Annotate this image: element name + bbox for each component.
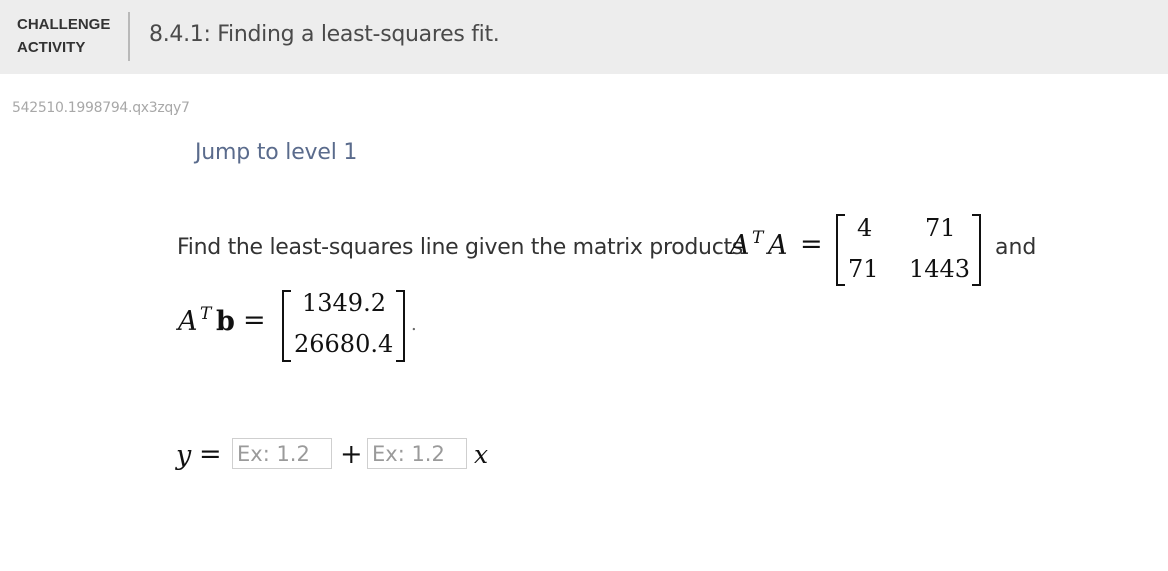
ata-a2-symbol: A bbox=[768, 230, 788, 261]
activity-id: 542510.1998794.qx3zqy7 bbox=[12, 100, 190, 116]
answer-equals: = bbox=[199, 439, 222, 470]
intercept-input[interactable] bbox=[232, 438, 332, 469]
ata-transpose-symbol: T bbox=[752, 228, 764, 248]
atb-b-symbol: b bbox=[216, 306, 235, 337]
atb-left-bracket bbox=[282, 290, 291, 362]
atb-cell-1: 26680.4 bbox=[294, 330, 394, 358]
prompt-text: Find the least-squares line given the ma… bbox=[177, 235, 743, 260]
ata-cell-0-1: 71 bbox=[925, 214, 956, 242]
badge-line-2: ACTIVITY bbox=[17, 39, 86, 56]
atb-a-symbol: A bbox=[178, 306, 198, 337]
atb-equals: = bbox=[243, 305, 266, 336]
header-divider bbox=[128, 12, 130, 61]
atb-transpose-symbol: T bbox=[200, 304, 212, 324]
answer-plus: + bbox=[340, 439, 363, 470]
atb-right-bracket bbox=[396, 290, 405, 362]
jump-to-level-link[interactable]: Jump to level 1 bbox=[195, 140, 357, 165]
ata-left-bracket bbox=[836, 214, 845, 286]
atb-period: . bbox=[411, 314, 417, 335]
answer-x-symbol: x bbox=[474, 440, 489, 469]
activity-header: CHALLENGE ACTIVITY 8.4.1: Finding a leas… bbox=[0, 0, 1168, 74]
and-text: and bbox=[995, 235, 1037, 260]
ata-cell-1-1: 1443 bbox=[909, 255, 971, 283]
answer-y-symbol: y bbox=[176, 440, 192, 471]
atb-cell-0: 1349.2 bbox=[302, 289, 386, 317]
activity-title: 8.4.1: Finding a least-squares fit. bbox=[149, 22, 500, 47]
challenge-activity-badge: CHALLENGE ACTIVITY bbox=[17, 13, 110, 59]
ata-cell-1-0: 71 bbox=[848, 255, 879, 283]
ata-a-symbol: A bbox=[730, 230, 750, 261]
badge-line-1: CHALLENGE bbox=[17, 16, 111, 33]
ata-equals: = bbox=[800, 229, 823, 260]
slope-input[interactable] bbox=[367, 438, 467, 469]
ata-cell-0-0: 4 bbox=[857, 214, 873, 242]
ata-right-bracket bbox=[972, 214, 981, 286]
